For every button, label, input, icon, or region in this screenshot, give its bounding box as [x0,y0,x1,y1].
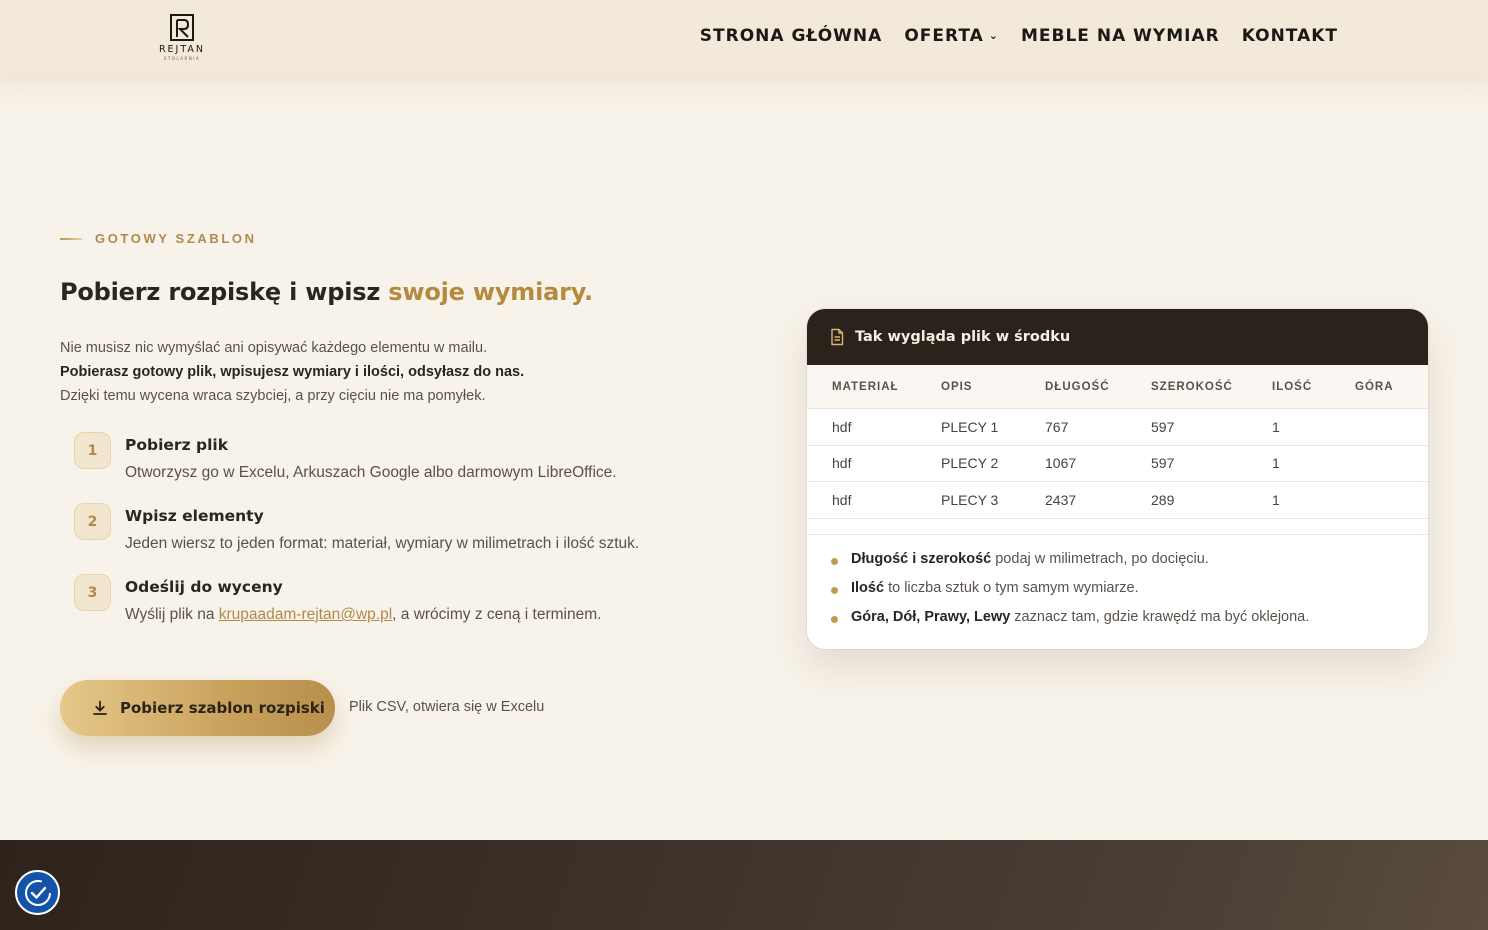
intro-line-3: Dzięki temu wycena wraca szybciej, a prz… [60,388,486,404]
step-description: Jeden wiersz to jeden format: materiał, … [125,535,640,552]
accessibility-icon [24,879,51,906]
bullet-dot [831,616,838,623]
table-cell: 1 [1272,491,1280,508]
note-item: Długość i szerokość podaj w milimetrach,… [831,551,1428,580]
table-cell: hdf [832,455,852,472]
header-fade [0,75,1488,120]
column-header: SZEROKOŚĆ [1151,380,1233,393]
step-desc-post: , a wrócimy z ceną i terminem. [392,606,602,623]
step-description: Otworzysz go w Excelu, Arkuszach Google … [125,464,617,481]
step-desc-pre: Wyślij plik na [125,606,219,623]
table-cell: 1 [1272,455,1280,472]
next-section-band [0,840,1488,930]
note-text: podaj w milimetrach, po docięciu. [991,551,1209,567]
table-header-row: MATERIAŁ OPIS DŁUGOŚĆ SZEROKOŚĆ ILOŚĆ GÓ… [807,365,1428,409]
title-main: Pobierz rozpiskę i wpisz [60,278,389,306]
table-row: hdf PLECY 1 767 597 1 [807,409,1428,446]
preview-table: MATERIAŁ OPIS DŁUGOŚĆ SZEROKOŚĆ ILOŚĆ GÓ… [807,365,1428,519]
table-cell: hdf [832,418,852,435]
table-row: hdf PLECY 3 2437 289 1 [807,482,1428,519]
section-eyebrow: GOTOWY SZABLON [60,231,257,246]
table-cell: 289 [1151,491,1175,508]
column-header: ILOŚĆ [1272,380,1313,393]
nav-item-label: STRONA GŁÓWNA [699,26,883,46]
nav-item-contact[interactable]: KONTAKT [1242,26,1338,46]
table-cell: PLECY 2 [941,455,999,472]
note-strong: Góra, Dół, Prawy, Lewy [851,609,1011,625]
note-item: Ilość to liczba sztuk o tym samym wymiar… [831,580,1428,609]
download-icon [93,700,107,715]
logo[interactable]: REJTAN STOLARNIA [150,14,214,62]
nav-item-label: MEBLE NA WYMIAR [1020,26,1220,46]
column-header: OPIS [941,380,973,393]
step-title: Pobierz plik [125,436,229,454]
note-text: zaznacz tam, gdzie krawędź ma być oklejo… [1010,609,1310,625]
column-header: DŁUGOŚĆ [1045,380,1110,393]
column-header: GÓRA [1355,380,1394,393]
card-header: Tak wygląda plik w środku [807,309,1428,365]
table-cell: 2437 [1045,491,1077,508]
nav-item-label: KONTAKT [1241,26,1338,46]
step-item: 1 Pobierz plik Otworzysz go w Excelu, Ar… [74,432,694,492]
note-item: Góra, Dół, Prawy, Lewy zaznacz tam, gdzi… [831,609,1428,638]
step-item: 3 Odeślij do wyceny Wyślij plik na krupa… [74,574,694,634]
file-format-note: Plik CSV, otwiera się w Excelu [349,699,545,715]
table-cell: PLECY 1 [941,418,999,435]
step-item: 2 Wpisz elementy Jeden wiersz to jeden f… [74,503,694,563]
step-number: 2 [74,503,111,540]
site-header: REJTAN STOLARNIA STRONA GŁÓWNA OFERTA ⌄ M… [0,0,1488,75]
accessibility-button[interactable] [15,870,60,915]
intro-line-1: Nie musisz nic wymyślać ani opisywać każ… [60,340,488,356]
chevron-down-icon: ⌄ [988,28,999,42]
step-description: Wyślij plik na krupaadam-rejtan@wp.pl, a… [125,606,601,624]
nav-item-custom-furniture[interactable]: MEBLE NA WYMIAR [1021,26,1220,46]
note-text: to liczba sztuk o tym samym wymiarze. [884,580,1139,596]
card-heading: Tak wygląda plik w środku [855,329,1071,345]
step-title: Wpisz elementy [125,507,264,525]
download-button-label: Pobierz szablon rozpiski [120,699,325,717]
table-cell: 767 [1045,418,1069,435]
table-cell: 1 [1272,418,1280,435]
document-icon [831,328,844,346]
eyebrow-line [60,237,82,240]
nav-item-label: OFERTA [904,26,984,46]
table-cell: hdf [832,491,852,508]
eyebrow-text: GOTOWY SZABLON [95,231,257,246]
logo-mark-icon [170,14,194,41]
main-nav: STRONA GŁÓWNA OFERTA ⌄ MEBLE NA WYMIAR KO… [700,26,1338,46]
bullet-dot [831,558,838,565]
file-preview-card: Tak wygląda plik w środku MATERIAŁ OPIS … [807,309,1428,649]
column-header: MATERIAŁ [832,380,899,393]
table-cell: 597 [1151,455,1175,472]
table-cell: 1067 [1045,455,1077,472]
nav-item-offer[interactable]: OFERTA ⌄ [904,26,999,46]
table-row: hdf PLECY 2 1067 597 1 [807,446,1428,482]
nav-item-home[interactable]: STRONA GŁÓWNA [700,26,883,46]
download-template-button[interactable]: Pobierz szablon rozpiski [60,680,335,736]
table-cell: PLECY 3 [941,491,999,508]
email-link[interactable]: krupaadam-rejtan@wp.pl [219,606,392,623]
bullet-dot [831,587,838,594]
section-title: Pobierz rozpiskę i wpisz swoje wymiary. [60,278,593,306]
card-notes: Długość i szerokość podaj w milimetrach,… [807,534,1428,649]
step-number: 3 [74,574,111,611]
step-number: 1 [74,432,111,469]
intro-line-2: Pobierasz gotowy plik, wpisujesz wymiary… [60,364,525,380]
step-title: Odeślij do wyceny [125,578,283,596]
intro-text: Nie musisz nic wymyślać ani opisywać każ… [60,336,524,408]
note-strong: Długość i szerokość [851,551,992,567]
logo-subtitle: STOLARNIA [163,56,201,61]
note-strong: Ilość [851,580,885,596]
title-accent: swoje wymiary. [388,278,593,306]
table-cell: 597 [1151,418,1175,435]
logo-name: REJTAN [158,44,206,55]
